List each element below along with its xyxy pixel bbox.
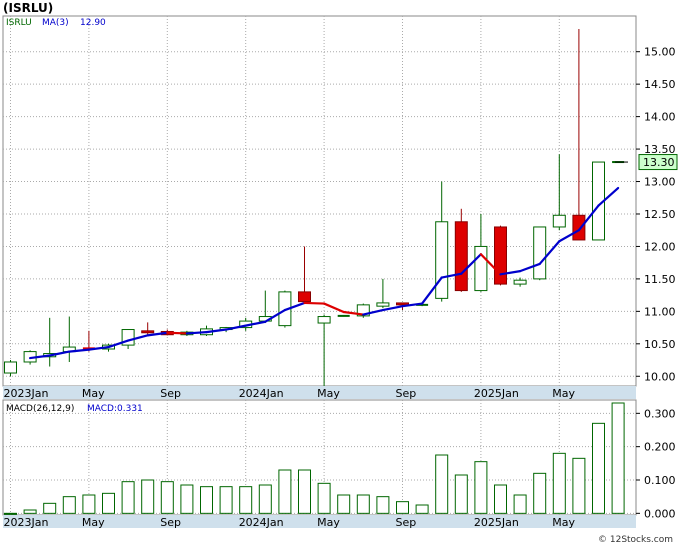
price-x-tick-label: May [552,387,575,400]
price-x-tick-label: 2023Jan [4,387,49,400]
candle-body [552,214,566,228]
candle-body [513,279,527,285]
price-y-tick-label: 12.50 [644,208,676,221]
ma-segment [303,301,326,305]
macd-bar [102,492,115,514]
price-y-axis: 10.0010.5011.0011.5012.0012.5013.0013.50… [636,46,676,383]
macd-bar [572,457,586,514]
price-x-tick-label: May [317,387,340,400]
macd-bar [592,422,605,514]
macd-bar [180,484,194,514]
ma-segment [185,331,208,335]
candle-body [141,330,155,334]
macd-bar [435,454,449,514]
price-panel [2,15,637,387]
candle-body [435,221,449,299]
price-y-tick-label: 10.00 [644,370,676,383]
chart-canvas: (ISRLU) ISRLU MA(3) 12.90 10.00 10.50 11.0… [2,1,678,545]
price-y-tick-label: 14.00 [644,111,676,124]
price-y-tick-label: 12.00 [644,240,676,253]
watermark: © 12Stocks.com [598,535,673,545]
candle-body [317,316,331,324]
macd-bar [454,474,468,514]
candle-body [494,226,507,285]
price-y-tick-label: 13.00 [644,176,676,189]
macd-bar [396,501,409,514]
macd-bar [376,496,390,514]
macd-bar [219,486,233,514]
macd-bar [611,402,625,514]
price-x-tick-label: Sep [160,387,181,400]
macd-x-tick-label: Sep [160,516,181,529]
ma-legend-label: MA(3) [42,18,69,28]
macd-bar [239,486,253,514]
macd-y-axis: 0.000 0.100 0.200 0.300 [636,407,676,520]
macd-bar [278,469,292,514]
macd-x-tick-label: May [317,516,340,529]
macd-bar [121,481,135,514]
price-y-tick-label: 10.50 [644,338,676,351]
candle-body [533,226,547,280]
macd-bar [62,496,76,514]
macd-x-tick-label: 2024Jan [239,516,284,529]
macd-x-tick-label: Sep [396,516,417,529]
macd-bar [317,482,331,514]
macd-bar [200,486,213,514]
macd-bar [23,509,37,514]
macd-bar [258,484,272,514]
candle-body [298,291,311,303]
macd-x-tick-label: 2023Jan [4,516,49,529]
last-price-label: 13.30 [643,156,675,169]
macd-x-tick-label: 2025Jan [474,516,519,529]
macd-bar [43,502,57,514]
macd-bar [4,512,17,515]
macd-legend-value: MACD:0.331 [87,404,143,414]
macd-y-tick-label: 0.200 [644,441,676,454]
macd-legend-label: MACD(26,12,9) [6,404,74,414]
macd-bar [298,469,311,514]
macd-x-tick-label: May [552,516,575,529]
price-y-tick-label: 11.50 [644,273,676,286]
candle-body [474,245,488,292]
macd-y-tick-label: 0.000 [644,507,676,520]
macd-bar [160,481,174,514]
price-x-tick-label: 2025Jan [474,387,519,400]
macd-bar [513,494,527,514]
macd-bar [415,504,429,514]
candle-body [572,214,586,241]
ma-legend-value: 12.90 [80,18,106,28]
price-y-tick-label: 15.00 [644,46,676,59]
macd-bar [494,484,507,514]
macd-bar [533,472,547,514]
price-x-tick-label: May [82,387,105,400]
macd-bar [82,494,96,514]
candle-body [376,302,390,307]
candle-body [4,361,17,374]
macd-bar [356,494,370,514]
macd-y-tick-label: 0.300 [644,407,676,420]
ma-segment [166,331,188,335]
chart-title: (ISRLU) [3,1,53,15]
macd-bar [337,494,351,514]
macd-bar [141,479,155,514]
price-y-tick-label: 14.50 [644,78,676,91]
price-x-tick-label: 2024Jan [239,387,284,400]
macd-bar [552,452,566,514]
price-x-tick-label: Sep [396,387,417,400]
macd-y-tick-label: 0.100 [644,474,676,487]
symbol-legend: ISRLU [6,18,32,28]
macd-x-tick-label: May [82,516,105,529]
candle-body [454,221,468,292]
macd-bar [474,461,488,514]
price-y-tick-label: 11.00 [644,305,676,318]
